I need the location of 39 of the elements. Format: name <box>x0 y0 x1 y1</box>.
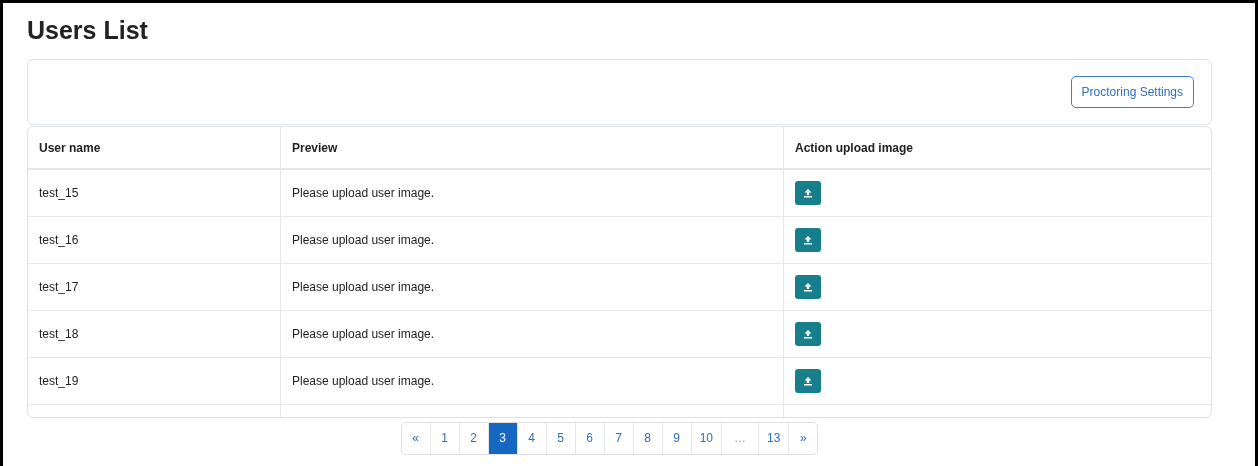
upload-button[interactable] <box>795 181 821 205</box>
table-cell: test_19 <box>28 357 281 405</box>
table-cell: test_17 <box>28 263 281 311</box>
upload-button[interactable] <box>795 275 821 299</box>
table-cell: test_16 <box>28 216 281 264</box>
page-link[interactable]: 13 <box>758 423 789 454</box>
column-header: User name <box>28 127 281 169</box>
table-cell: Please upload user image. <box>280 169 784 217</box>
page-link[interactable]: » <box>788 423 818 454</box>
page-link: … <box>721 423 758 454</box>
upload-button[interactable] <box>795 369 821 393</box>
table-cell: test_15 <box>28 169 281 217</box>
page-link[interactable]: 1 <box>429 423 459 454</box>
page-link[interactable]: 9 <box>661 423 691 454</box>
column-header: Preview <box>280 127 784 169</box>
page-title: Users List <box>27 15 149 45</box>
table-cell: Please upload user image. <box>280 310 784 358</box>
page-link[interactable]: 5 <box>545 423 575 454</box>
upload-icon <box>803 282 813 292</box>
table-cell: Please upload user image. <box>280 357 784 405</box>
table-cell: test_18 <box>28 310 281 358</box>
upload-button[interactable] <box>795 228 821 252</box>
page-link[interactable]: 2 <box>458 423 488 454</box>
page-link[interactable]: 4 <box>516 423 546 454</box>
upload-icon <box>803 329 813 339</box>
upload-icon <box>803 376 813 386</box>
upload-icon <box>803 235 813 245</box>
table-cell: Please upload user image. <box>280 216 784 264</box>
page-link[interactable]: 10 <box>690 423 721 454</box>
page-link[interactable]: 6 <box>574 423 604 454</box>
upload-button[interactable] <box>795 322 821 346</box>
page-link[interactable]: 7 <box>603 423 633 454</box>
page-link[interactable]: 8 <box>632 423 662 454</box>
page-link[interactable]: « <box>401 423 430 454</box>
table-cell: Please upload user image. <box>280 263 784 311</box>
proctoring-settings-button[interactable]: Proctoring Settings <box>1070 76 1194 108</box>
column-header: Action upload image <box>783 127 1211 169</box>
page-link[interactable]: 3 <box>487 423 517 454</box>
upload-icon <box>803 188 813 198</box>
